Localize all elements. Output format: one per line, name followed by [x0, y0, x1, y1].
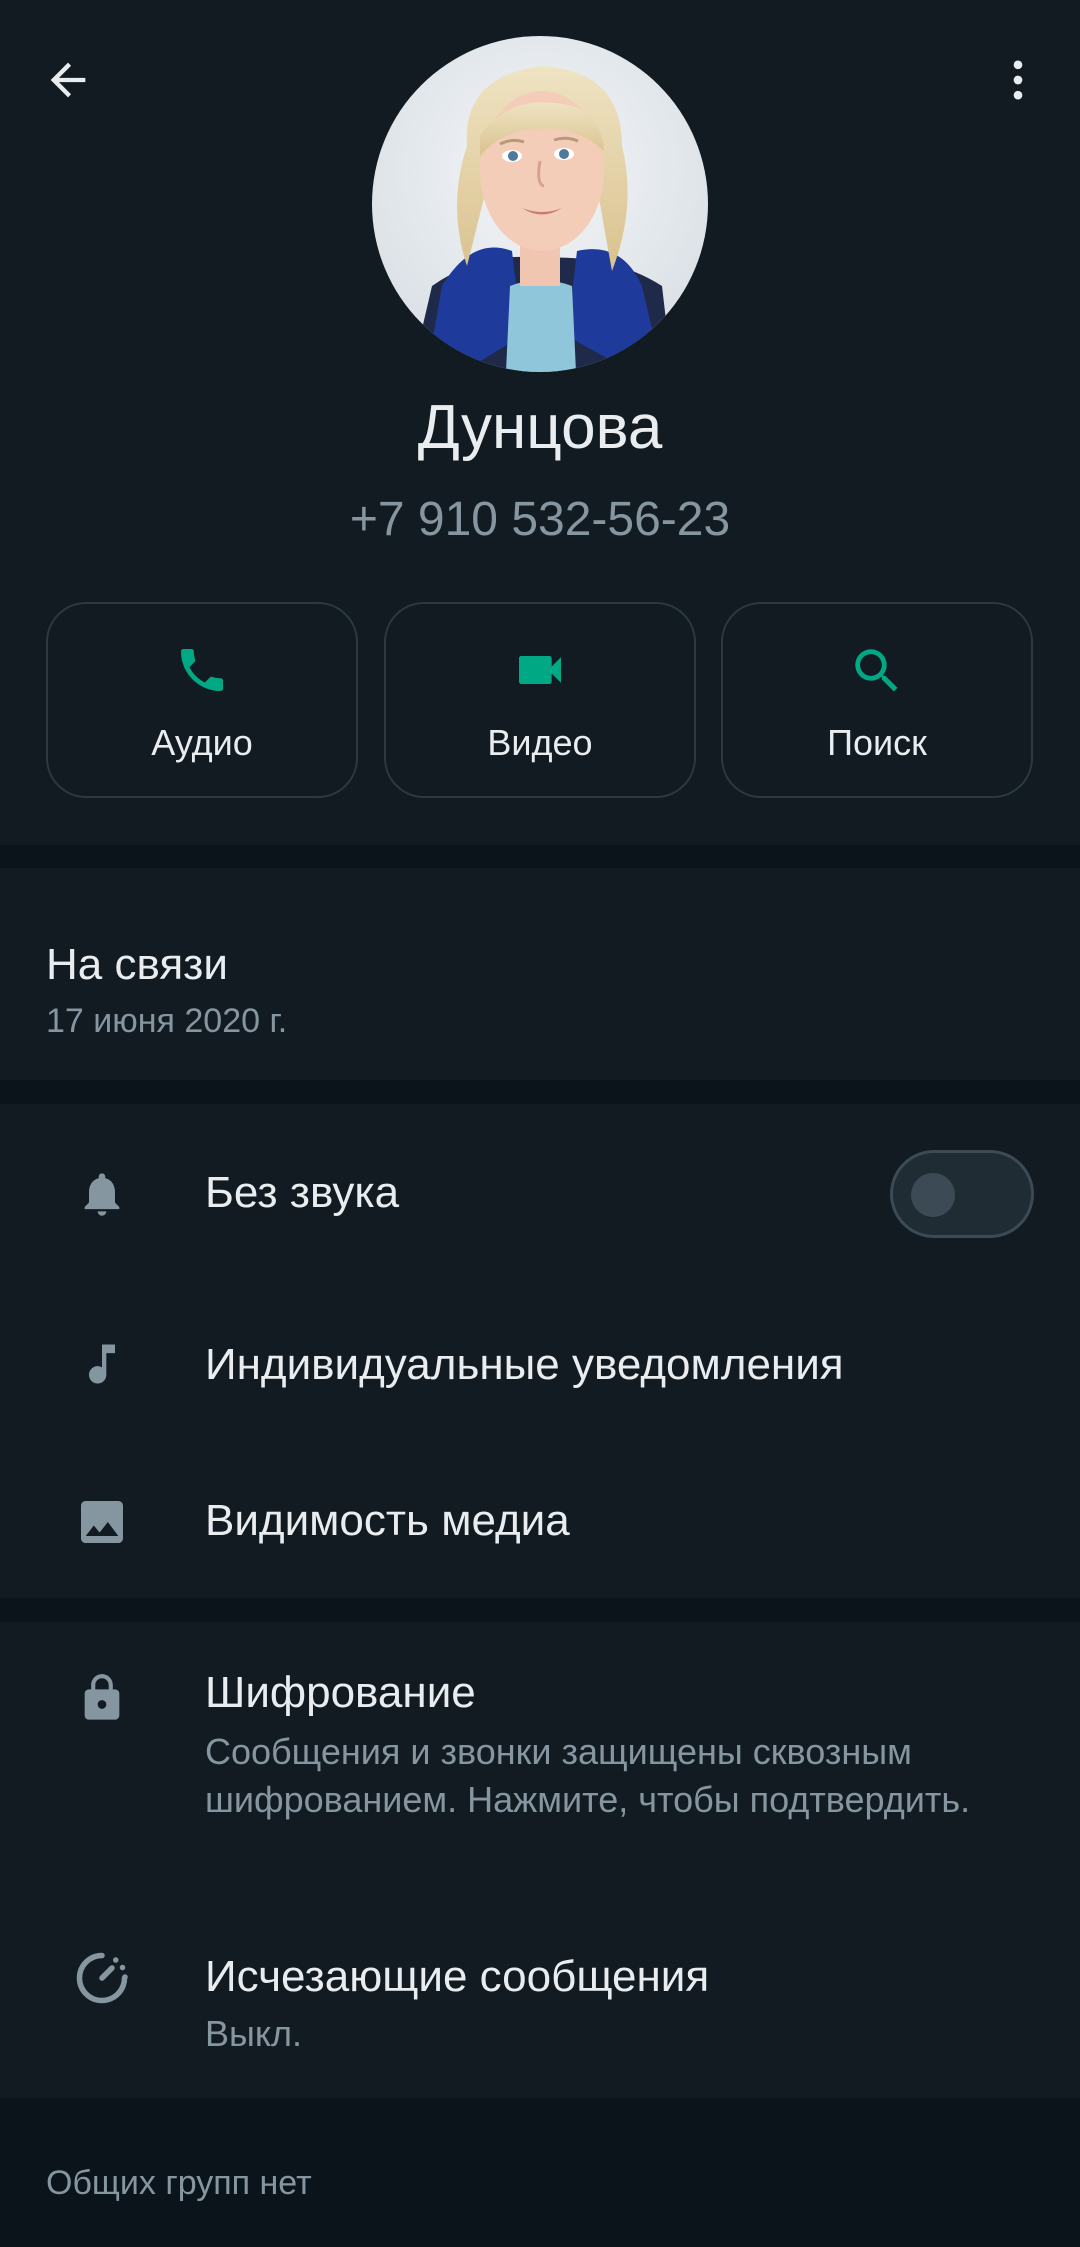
mute-row[interactable]: Без звука	[0, 1104, 1080, 1284]
arrow-back-icon	[50, 62, 86, 98]
more-options-button[interactable]	[980, 42, 1056, 118]
about-text: На связи	[46, 940, 228, 989]
search-icon	[855, 649, 898, 692]
audio-call-button[interactable]: Аудио	[46, 602, 358, 798]
search-label: Поиск	[827, 722, 927, 763]
music-note-icon	[70, 1332, 134, 1396]
more-vert-icon	[1013, 60, 1023, 100]
media-visibility-row[interactable]: Видимость медиа	[0, 1444, 1080, 1598]
audio-call-label: Аудио	[151, 722, 253, 763]
contact-phone: +7 910 532-56-23	[349, 493, 731, 546]
about-date: 17 июня 2020 г.	[46, 1002, 288, 1040]
custom-notifications-label: Индивидуальные уведомления	[205, 1340, 844, 1389]
contact-info-screen: Дунцова +7 910 532-56-23 Аудио Видео Пои…	[0, 0, 1080, 2247]
encryption-title: Шифрование	[205, 1668, 476, 1717]
notification-settings: Без звука Индивидуальные уведомления Вид…	[0, 1104, 1080, 1598]
privacy-settings: Шифрование Сообщения и звонки защищены с…	[0, 1622, 1080, 2098]
bell-icon	[70, 1162, 134, 1226]
disappearing-messages-row[interactable]: Исчезающие сообщения Выкл.	[0, 1902, 1080, 2098]
contact-name: Дунцова	[417, 393, 663, 462]
phone-icon	[181, 649, 223, 691]
image-icon	[70, 1490, 134, 1554]
back-button[interactable]	[30, 42, 106, 118]
video-call-button[interactable]: Видео	[384, 602, 696, 798]
avatar[interactable]	[372, 36, 708, 372]
search-button[interactable]: Поиск	[721, 602, 1033, 798]
encryption-row[interactable]: Шифрование Сообщения и звонки защищены с…	[0, 1622, 1080, 1902]
avatar-photo	[372, 36, 708, 372]
toggle-knob	[911, 1173, 955, 1217]
video-call-label: Видео	[487, 722, 593, 763]
disappearing-messages-status: Выкл.	[205, 2013, 303, 2054]
about-section[interactable]: На связи 17 июня 2020 г.	[0, 868, 1080, 1080]
lock-icon	[70, 1666, 134, 1730]
media-visibility-label: Видимость медиа	[205, 1496, 570, 1545]
disappearing-messages-title: Исчезающие сообщения	[205, 1952, 710, 2001]
profile-header: Дунцова +7 910 532-56-23 Аудио Видео Пои…	[0, 0, 1080, 845]
videocam-icon	[519, 656, 561, 684]
encryption-description: Сообщения и звонки защищены сквозным шиф…	[205, 1731, 971, 1820]
timer-icon	[70, 1946, 134, 2010]
custom-notifications-row[interactable]: Индивидуальные уведомления	[0, 1284, 1080, 1444]
mute-toggle[interactable]	[890, 1150, 1034, 1238]
common-groups-note: Общих групп нет	[46, 2164, 312, 2202]
mute-label: Без звука	[205, 1168, 400, 1217]
